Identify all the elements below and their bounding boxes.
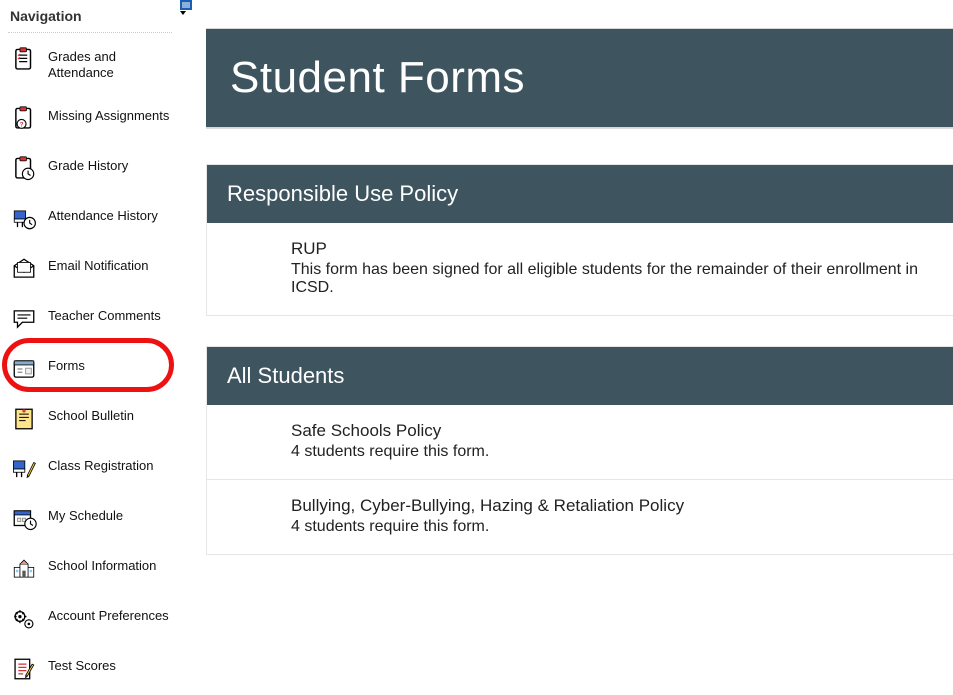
sidebar-item-label: Class Registration (48, 456, 170, 474)
sidebar-item-school-information[interactable]: School Information (8, 550, 172, 588)
section-responsible-use-policy: Responsible Use Policy RUP This form has… (206, 164, 953, 316)
sidebar-item-label: Missing Assignments (48, 106, 170, 124)
school-building-icon (10, 556, 38, 582)
sidebar-item-account-preferences[interactable]: Account Preferences (8, 600, 172, 638)
sidebar: Navigation Grades and Attendance ? Missi… (0, 0, 180, 695)
sidebar-item-teacher-comments[interactable]: Teacher Comments (8, 300, 172, 338)
sidebar-item-school-bulletin[interactable]: School Bulletin (8, 400, 172, 438)
svg-text:?: ? (20, 121, 24, 128)
sidebar-item-label: Grade History (48, 156, 170, 174)
section-body: Safe Schools Policy 4 students require t… (207, 405, 953, 554)
form-description: 4 students require this form. (291, 443, 933, 461)
speech-bubble-icon (10, 306, 38, 332)
sidebar-item-my-schedule[interactable]: My Schedule (8, 500, 172, 538)
envelope-icon (10, 256, 38, 282)
sidebar-item-grade-history[interactable]: Grade History (8, 150, 172, 188)
nav-title: Navigation (8, 6, 172, 33)
calendar-clock-icon (10, 506, 38, 532)
form-description: 4 students require this form. (291, 518, 933, 536)
form-row[interactable]: Safe Schools Policy 4 students require t… (207, 405, 953, 479)
desk-clock-icon (10, 206, 38, 232)
test-sheet-icon (10, 656, 38, 682)
form-description: This form has been signed for all eligib… (291, 261, 933, 297)
sidebar-item-label: Account Preferences (48, 606, 170, 624)
sidebar-item-label: Email Notification (48, 256, 170, 274)
main-content: Student Forms Responsible Use Policy RUP… (180, 0, 953, 695)
section-header: Responsible Use Policy (207, 165, 953, 223)
sidebar-item-missing-assignments[interactable]: ? Missing Assignments (8, 100, 172, 138)
clipboard-question-icon: ? (10, 106, 38, 132)
form-row[interactable]: Bullying, Cyber-Bullying, Hazing & Retal… (207, 479, 953, 554)
form-title: RUP (291, 239, 933, 259)
gears-icon (10, 606, 38, 632)
sidebar-item-grades-attendance[interactable]: Grades and Attendance (8, 41, 172, 88)
form-title: Bullying, Cyber-Bullying, Hazing & Retal… (291, 496, 933, 516)
form-row[interactable]: RUP This form has been signed for all el… (207, 223, 953, 315)
sidebar-item-label: My Schedule (48, 506, 170, 524)
sidebar-item-class-registration[interactable]: Class Registration (8, 450, 172, 488)
sidebar-item-email-notification[interactable]: Email Notification (8, 250, 172, 288)
bulletin-icon (10, 406, 38, 432)
clipboard-clock-icon (10, 156, 38, 182)
sidebar-item-label: School Information (48, 556, 170, 574)
form-title: Safe Schools Policy (291, 421, 933, 441)
sidebar-item-label: Test Scores (48, 656, 170, 674)
sidebar-item-attendance-history[interactable]: Attendance History (8, 200, 172, 238)
section-all-students: All Students Safe Schools Policy 4 stude… (206, 346, 953, 555)
sidebar-item-label: School Bulletin (48, 406, 170, 424)
section-body: RUP This form has been signed for all el… (207, 223, 953, 315)
page-title-panel: Student Forms (206, 28, 953, 128)
sidebar-item-label: Attendance History (48, 206, 170, 224)
desk-pencil-icon (10, 456, 38, 482)
clipboard-check-icon (10, 47, 38, 73)
section-header: All Students (207, 347, 953, 405)
collapse-sidebar-icon[interactable] (180, 0, 196, 16)
sidebar-item-test-scores[interactable]: Test Scores (8, 650, 172, 688)
form-window-icon (10, 356, 38, 382)
sidebar-item-forms[interactable]: Forms (8, 350, 172, 388)
sidebar-item-label: Teacher Comments (48, 306, 170, 324)
page-title: Student Forms (230, 53, 929, 103)
sidebar-item-label: Forms (48, 356, 170, 374)
sidebar-item-label: Grades and Attendance (48, 47, 170, 82)
